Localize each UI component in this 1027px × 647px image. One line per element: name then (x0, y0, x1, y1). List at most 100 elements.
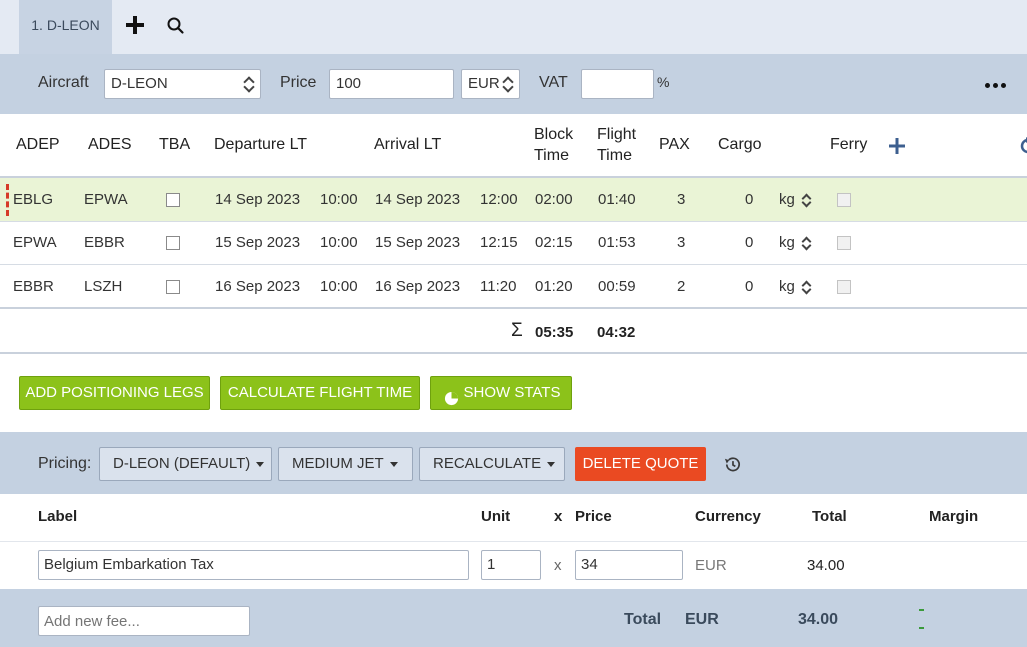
cell-pax[interactable]: 3 (677, 178, 685, 222)
fee-col-currency: Currency (695, 508, 761, 525)
show-stats-button[interactable]: SHOW STATS (430, 376, 572, 410)
aircraft-select-value: D-LEON (111, 75, 168, 92)
cell-dep-time[interactable]: 10:00 (320, 178, 358, 222)
row-divider (0, 307, 1027, 309)
vat-unit: % (657, 74, 670, 90)
delete-quote-button[interactable]: DELETE QUOTE (575, 447, 706, 481)
ferry-checkbox[interactable] (837, 236, 851, 250)
ferry-checkbox[interactable] (837, 280, 851, 294)
cell-adep[interactable]: EPWA (13, 221, 57, 265)
select-arrows-icon (244, 76, 254, 92)
cell-dep-time[interactable]: 10:00 (320, 221, 358, 265)
fee-label-input[interactable]: Belgium Embarkation Tax (38, 550, 469, 580)
fee-header-divider (0, 541, 1027, 542)
show-stats-label: SHOW STATS (463, 384, 561, 401)
caret-down-icon (256, 461, 265, 467)
cell-ades[interactable]: LSZH (84, 265, 122, 309)
cell-flight-time[interactable]: 01:40 (598, 178, 636, 222)
add-new-fee-input[interactable] (38, 606, 250, 636)
footer-total-amount: 34.00 (798, 611, 839, 628)
fee-col-label: Label (38, 508, 78, 525)
select-arrows-icon (503, 76, 513, 92)
col-ferry: Ferry (830, 136, 868, 153)
cell-block-time[interactable]: 02:15 (535, 221, 573, 265)
fee-unit-input[interactable]: 1 (481, 550, 541, 580)
totals-divider (0, 352, 1027, 354)
cell-cargo-unit[interactable]: kg (779, 265, 795, 309)
currency-select-value: EUR (468, 75, 500, 92)
more-options-icon[interactable] (985, 83, 1007, 89)
cell-block-time[interactable]: 01:20 (535, 265, 573, 309)
recalculate-dropdown[interactable]: RECALCULATE (419, 447, 565, 481)
cell-arr-date[interactable]: 15 Sep 2023 (375, 221, 460, 265)
ferry-checkbox[interactable] (837, 193, 851, 207)
vat-label: VAT (539, 74, 568, 91)
tba-checkbox[interactable] (166, 236, 180, 250)
fee-price-input[interactable]: 34 (575, 550, 683, 580)
unit-arrows-icon[interactable] (802, 279, 812, 295)
fee-col-margin: Margin (929, 508, 979, 525)
cell-cargo[interactable]: 0 (745, 221, 753, 265)
vat-input[interactable] (581, 69, 654, 99)
history-icon[interactable] (723, 455, 742, 474)
cell-block-time[interactable]: 02:00 (535, 178, 573, 222)
cell-arr-time[interactable]: 12:00 (480, 178, 518, 222)
footer-total-label: Total (624, 611, 662, 628)
pricing-profile-dropdown[interactable]: D-LEON (DEFAULT) (99, 447, 272, 481)
unit-arrows-icon[interactable] (802, 235, 812, 251)
cell-flight-time[interactable]: 00:59 (598, 265, 636, 309)
cell-arr-date[interactable]: 16 Sep 2023 (375, 265, 460, 309)
aircraft-category-value: MEDIUM JET (292, 455, 384, 472)
cell-pax[interactable]: 2 (677, 265, 685, 309)
fee-col-price: Price (575, 508, 612, 525)
aircraft-select[interactable]: D-LEON (104, 69, 261, 99)
table-row[interactable]: EBLG EPWA 14 Sep 2023 10:00 14 Sep 2023 … (0, 178, 1027, 222)
tba-checkbox[interactable] (166, 280, 180, 294)
cell-adep[interactable]: EBLG (13, 178, 53, 222)
aircraft-category-dropdown[interactable]: MEDIUM JET (278, 447, 413, 481)
add-leg-icon[interactable] (888, 137, 906, 155)
unit-arrows-icon[interactable] (802, 192, 812, 208)
cell-dep-date[interactable]: 14 Sep 2023 (215, 178, 300, 222)
total-flight-time: 04:32 (597, 324, 636, 341)
calculate-flight-time-button[interactable]: CALCULATE FLIGHT TIME (220, 376, 420, 410)
table-row[interactable]: EPWA EBBR 15 Sep 2023 10:00 15 Sep 2023 … (0, 221, 1027, 265)
search-icon[interactable] (166, 16, 186, 36)
cell-dep-date[interactable]: 16 Sep 2023 (215, 265, 300, 309)
tba-checkbox[interactable] (166, 193, 180, 207)
add-tab-icon[interactable] (124, 14, 146, 36)
fee-currency: EUR (695, 557, 727, 574)
price-input[interactable]: 100 (329, 69, 454, 99)
fee-multiply-sign: x (554, 557, 562, 574)
pie-chart-icon (444, 386, 459, 406)
cell-flight-time[interactable]: 01:53 (598, 221, 636, 265)
total-block-time: 05:35 (535, 324, 574, 341)
cell-ades[interactable]: EPWA (84, 178, 128, 222)
table-row[interactable]: EBBR LSZH 16 Sep 2023 10:00 16 Sep 2023 … (0, 265, 1027, 309)
col-flight-time: Flight Time (597, 126, 637, 164)
cell-pax[interactable]: 3 (677, 221, 685, 265)
aircraft-label: Aircraft (38, 74, 89, 91)
caret-down-icon (389, 461, 398, 467)
cell-dep-time[interactable]: 10:00 (320, 265, 358, 309)
tab-quote[interactable]: 1. D-LEON (19, 0, 112, 54)
price-label: Price (280, 74, 317, 91)
currency-select[interactable]: EUR (461, 69, 520, 99)
col-adep: ADEP (16, 136, 60, 153)
add-positioning-legs-button[interactable]: ADD POSITIONING LEGS (19, 376, 210, 410)
cell-arr-time[interactable]: 11:20 (480, 265, 516, 309)
col-block-time: Block Time (534, 126, 574, 164)
cell-ades[interactable]: EBBR (84, 221, 125, 265)
cell-dep-date[interactable]: 15 Sep 2023 (215, 221, 300, 265)
cell-cargo[interactable]: 0 (745, 265, 753, 309)
cell-arr-date[interactable]: 14 Sep 2023 (375, 178, 460, 222)
cell-arr-time[interactable]: 12:15 (480, 221, 518, 265)
fee-col-total: Total (812, 508, 847, 525)
cell-cargo[interactable]: 0 (745, 178, 753, 222)
cell-cargo-unit[interactable]: kg (779, 178, 795, 222)
cell-adep[interactable]: EBBR (13, 265, 54, 309)
cell-cargo-unit[interactable]: kg (779, 221, 795, 265)
refresh-icon[interactable] (1018, 136, 1027, 156)
sigma-symbol: Σ (511, 320, 523, 341)
col-tba: TBA (159, 136, 191, 153)
